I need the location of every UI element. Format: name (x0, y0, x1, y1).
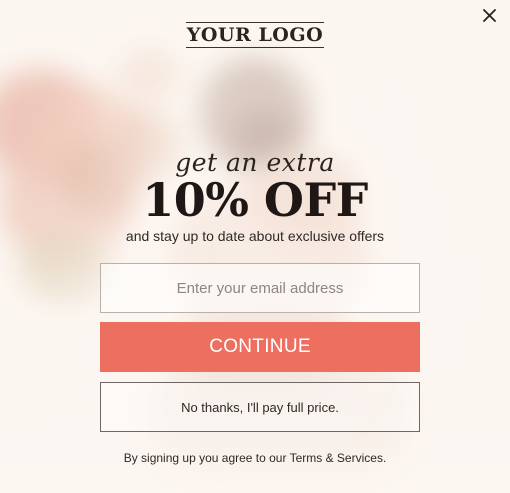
disclaimer: By signing up you agree to our Terms & S… (0, 451, 510, 465)
disclaimer-prefix: By signing up you agree to our (123, 451, 290, 465)
logo-text: YOUR LOGO (185, 22, 325, 48)
subline: and stay up to date about exclusive offe… (125, 228, 385, 244)
email-field[interactable] (100, 263, 420, 313)
signup-popup: YOUR LOGO get an extra 10% OFF and stay … (0, 0, 510, 493)
headline-offer: 10% OFF (142, 173, 368, 227)
decline-button[interactable]: No thanks, I'll pay full price. (100, 382, 420, 432)
continue-button[interactable]: CONTINUE (100, 322, 420, 372)
close-button[interactable] (478, 4, 500, 26)
close-icon (482, 8, 496, 22)
logo: YOUR LOGO (0, 22, 510, 48)
disclaimer-suffix: . (382, 451, 387, 465)
terms-link[interactable]: Terms & Services (290, 451, 383, 465)
